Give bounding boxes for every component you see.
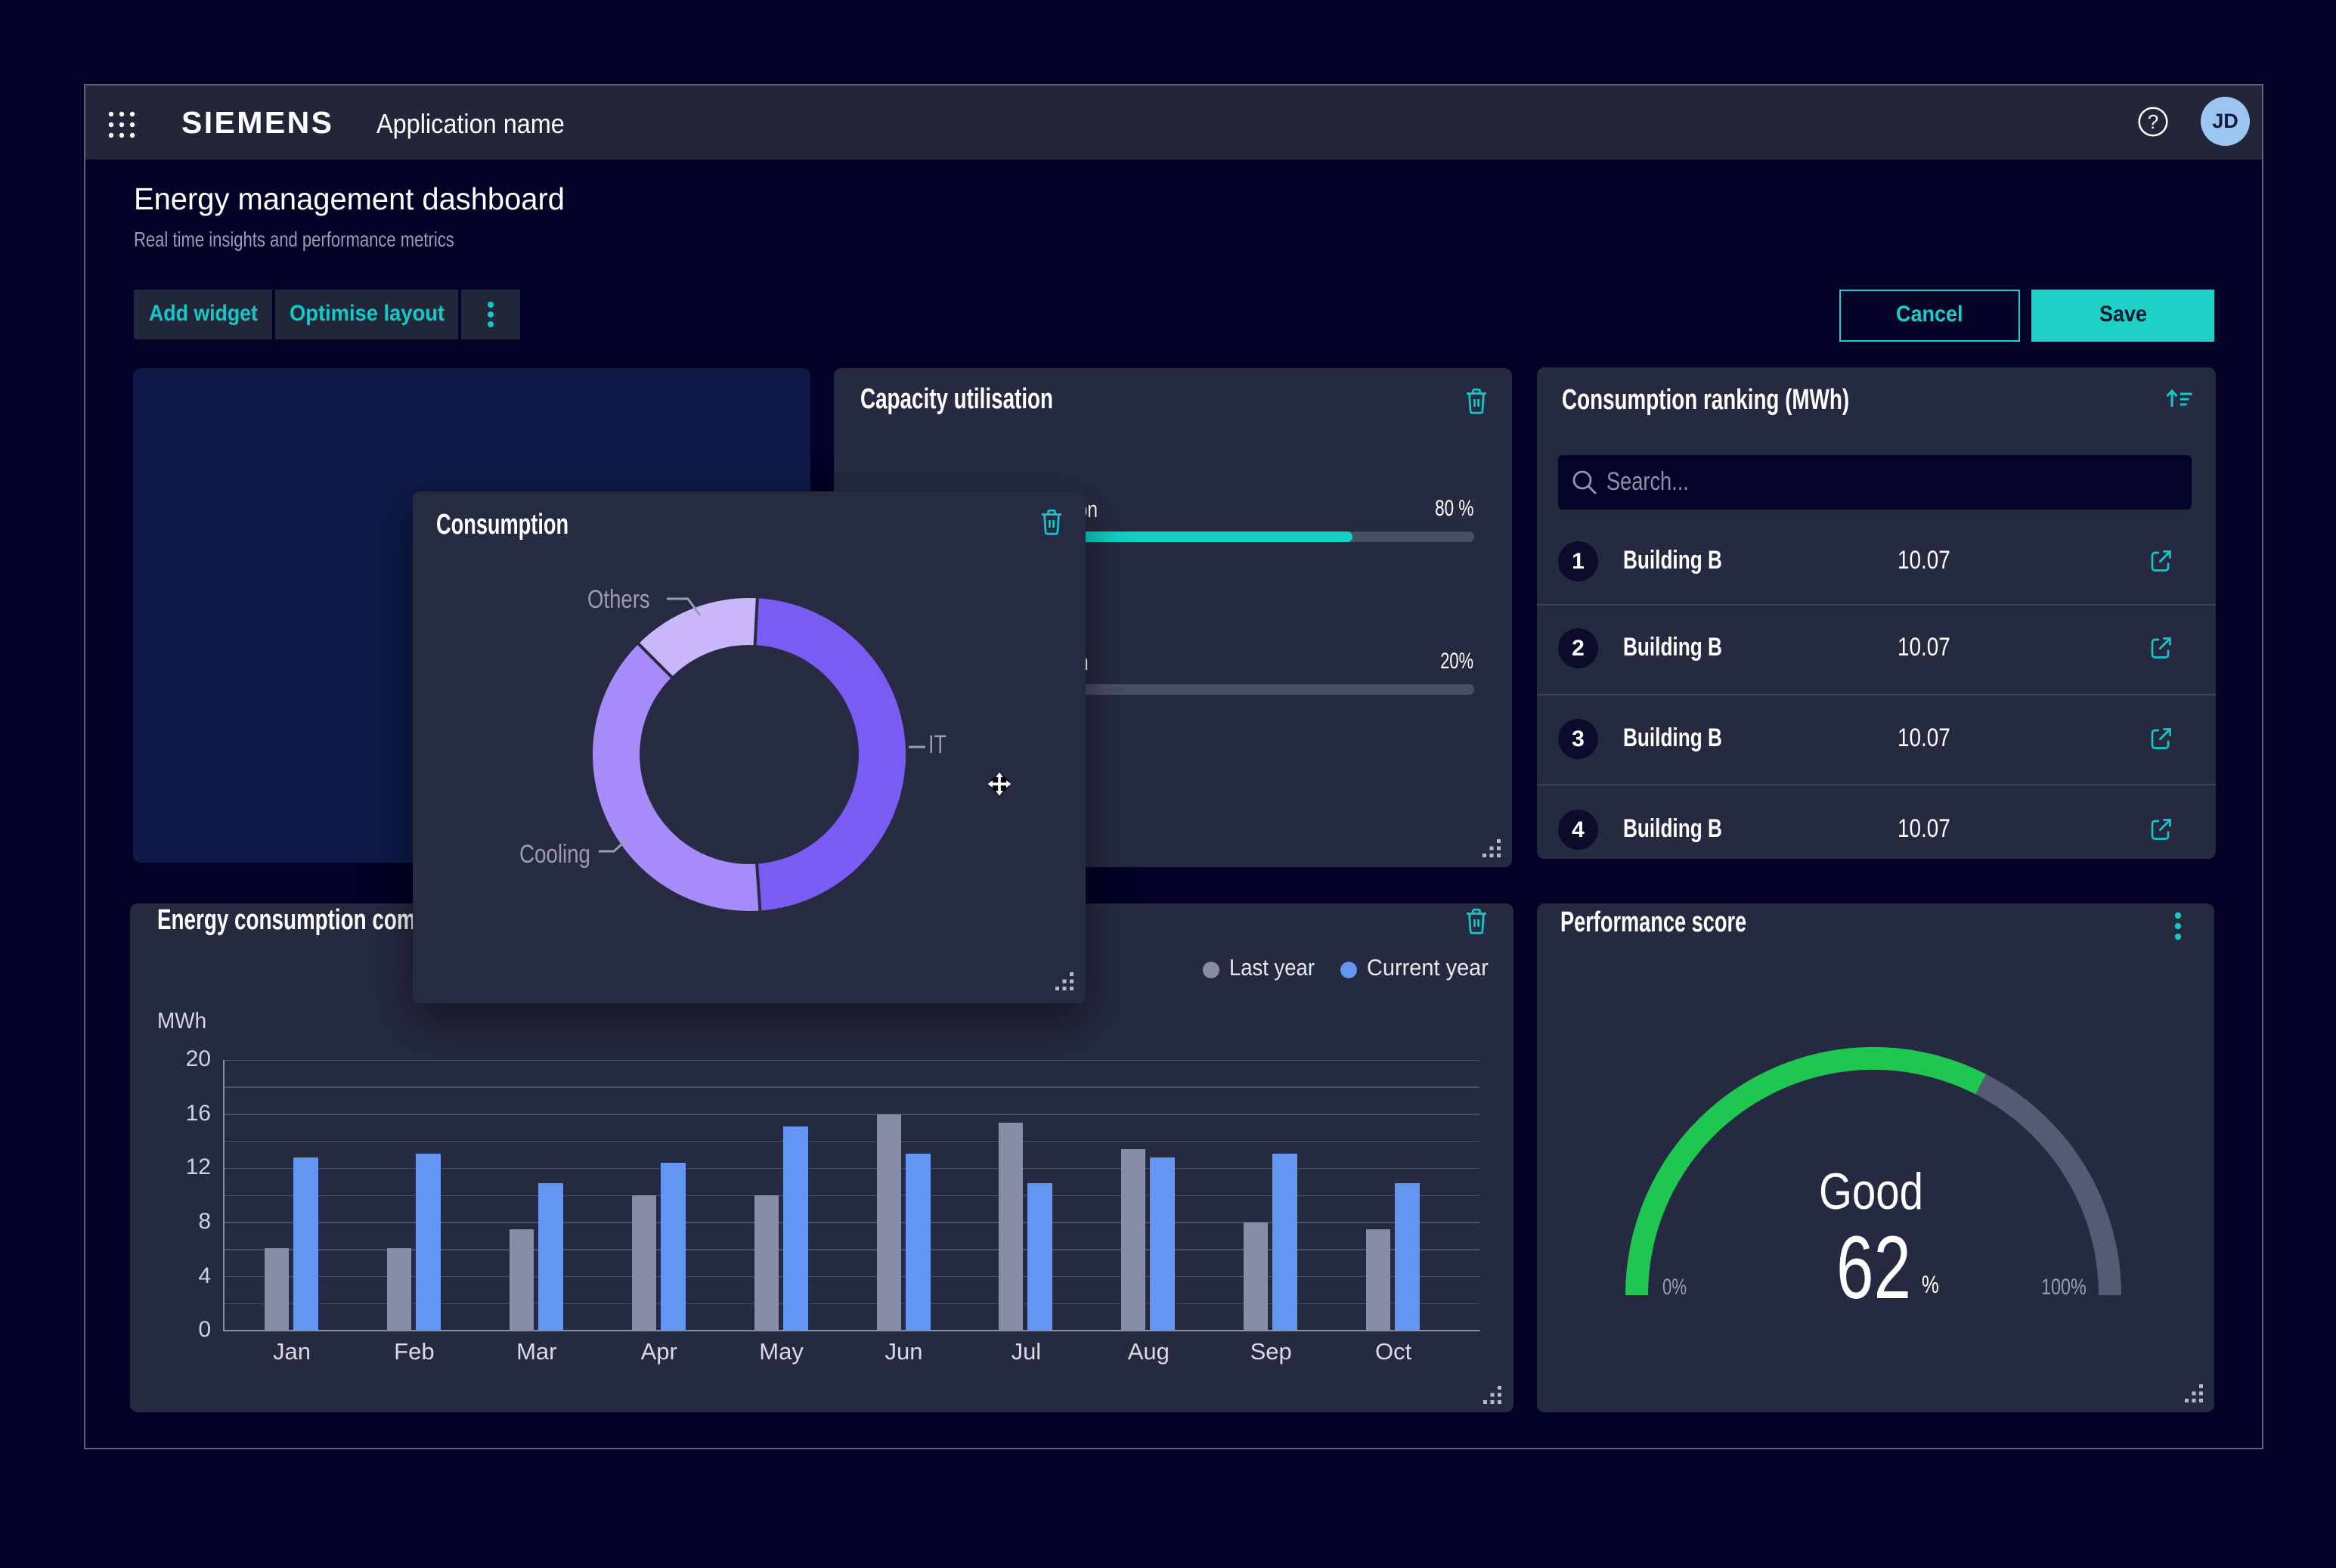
svg-text:?: ? [2148, 110, 2158, 133]
